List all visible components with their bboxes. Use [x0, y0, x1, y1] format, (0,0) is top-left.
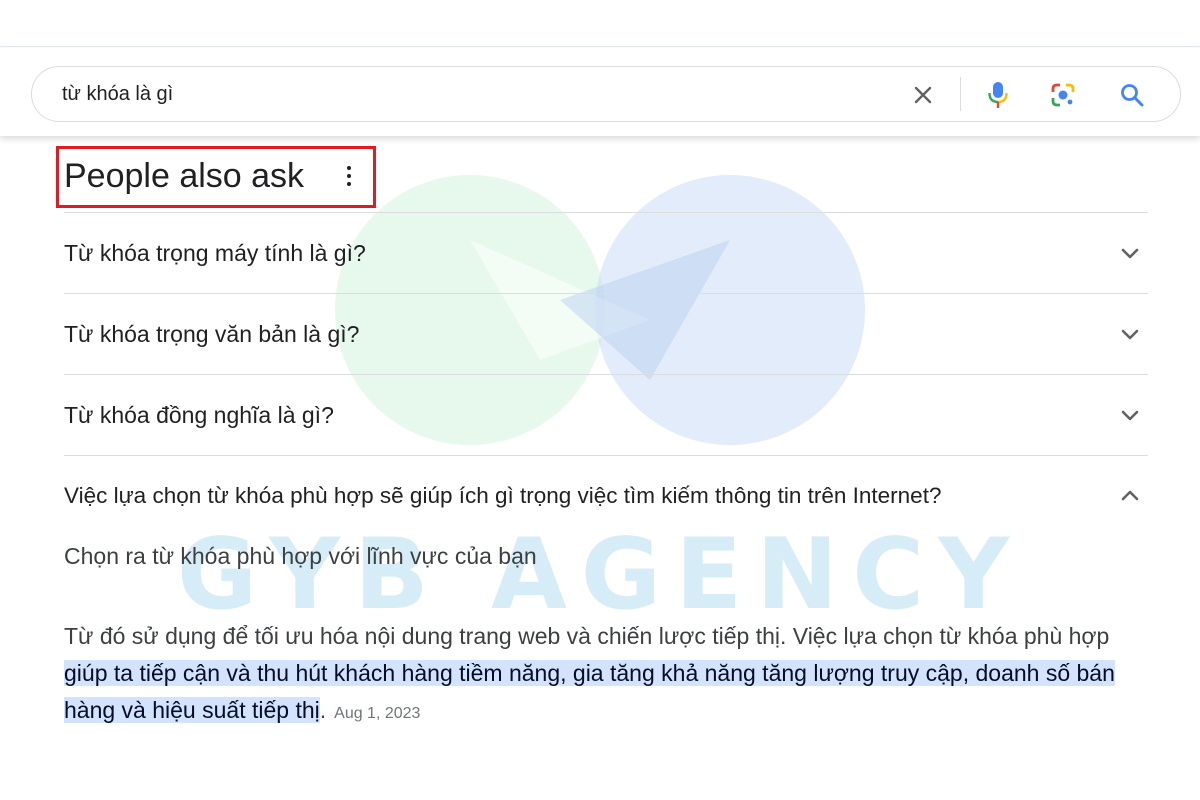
- question-row[interactable]: Từ khóa đồng nghĩa là gì?: [64, 375, 1148, 455]
- question-row[interactable]: Từ khóa trọng văn bản là gì?: [64, 294, 1148, 374]
- answer-text-plain: Từ đó sử dụng để tối ưu hóa nội dung tra…: [64, 623, 1110, 649]
- chevron-up-icon[interactable]: [1118, 484, 1142, 508]
- chevron-down-icon[interactable]: [1118, 241, 1142, 265]
- search-header: [0, 48, 1200, 136]
- section-title: People also ask: [64, 157, 305, 195]
- search-box-divider: [960, 77, 961, 111]
- microphone-icon[interactable]: [982, 79, 1014, 111]
- question-text: Từ khóa trọng máy tính là gì?: [64, 240, 366, 266]
- camera-lens-icon[interactable]: [1047, 79, 1079, 111]
- chevron-down-icon[interactable]: [1118, 403, 1142, 427]
- question-text: Từ khóa trọng văn bản là gì?: [64, 321, 360, 347]
- more-vert-icon[interactable]: [338, 160, 360, 192]
- question-row-expanded[interactable]: Việc lựa chọn từ khóa phù hợp sẽ giúp íc…: [64, 456, 1148, 536]
- answer-date: Aug 1, 2023: [334, 705, 421, 722]
- search-icon[interactable]: [1116, 79, 1148, 111]
- question-row[interactable]: Từ khóa trọng máy tính là gì?: [64, 213, 1148, 293]
- close-icon[interactable]: [907, 79, 939, 111]
- answer-text-end: .: [319, 697, 327, 723]
- answer-heading: Chọn ra từ khóa phù hợp với lĩnh vực của…: [64, 543, 537, 569]
- answer-text-highlight: giúp ta tiếp cận và thu hút khách hàng t…: [64, 660, 1115, 723]
- question-text: Việc lựa chọn từ khóa phù hợp sẽ giúp íc…: [64, 483, 942, 508]
- answer-text: Từ đó sử dụng để tối ưu hóa nội dung tra…: [64, 618, 1139, 732]
- search-box[interactable]: [31, 66, 1181, 122]
- search-input[interactable]: [62, 76, 882, 112]
- question-text: Từ khóa đồng nghĩa là gì?: [64, 402, 334, 428]
- chevron-down-icon[interactable]: [1118, 322, 1142, 346]
